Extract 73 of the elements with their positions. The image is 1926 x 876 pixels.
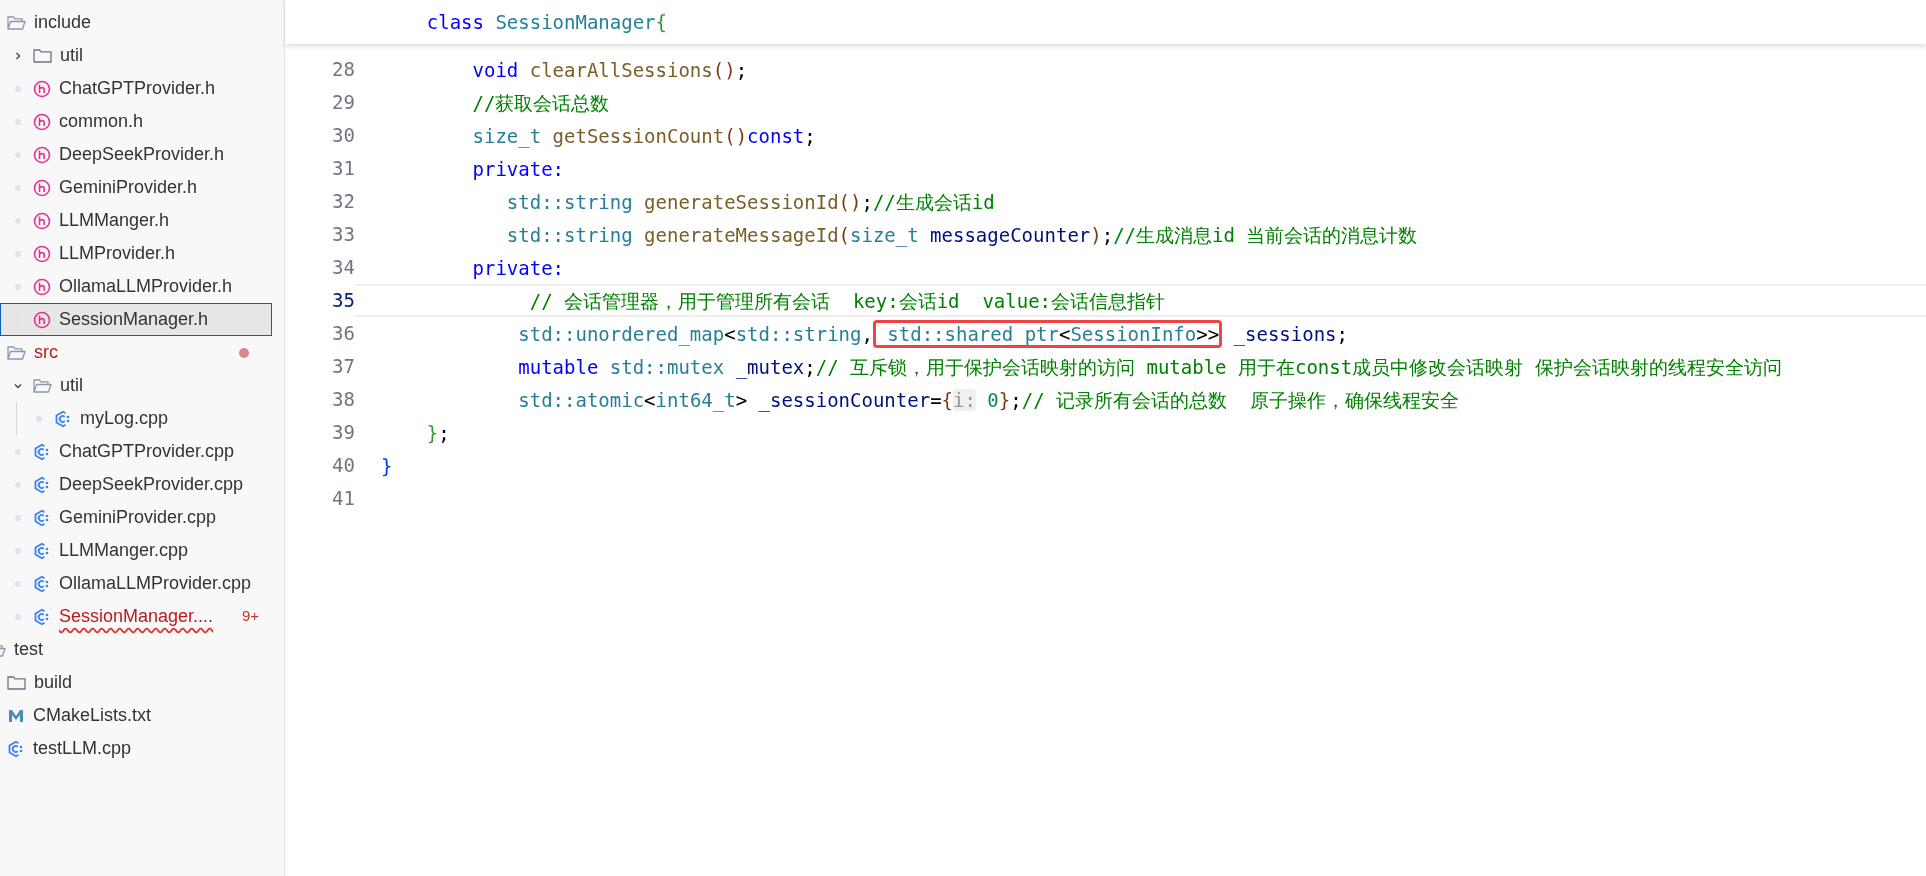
code-line: } — [381, 453, 393, 479]
folder-item[interactable]: include — [0, 6, 272, 39]
chevron-right-icon — [13, 50, 23, 61]
header-file-icon — [33, 178, 51, 197]
file-item[interactable]: DeepSeekProvider.h — [0, 138, 272, 171]
code-line: }; — [425, 420, 450, 446]
line-number: 33 — [331, 222, 355, 248]
line-number: 31 — [331, 156, 355, 182]
header-file-icon — [33, 112, 51, 131]
line-number: 36 — [331, 321, 355, 347]
folder-icon — [7, 674, 26, 691]
code-line: std::unordered_map<std::string, std::shared_ptr<SessionInfo>> _sessions; — [381, 320, 1348, 347]
header-file-icon — [33, 145, 51, 164]
line-number: 39 — [331, 420, 355, 446]
code-line: mutable std::mutex _mutex;// 互斥锁，用于保护会话映射的访问 mutable 用于在const成员中修改会话映射 保护会话映射的线程安全访问 — [517, 354, 1782, 380]
code-line: private: — [471, 255, 565, 281]
file-item[interactable]: GeminiProvider.cpp — [0, 501, 272, 534]
code-line: // 会话管理器，用于管理所有会话 key:会话id value:会话信息指针 — [528, 288, 1166, 314]
cpp-file-icon — [33, 607, 51, 626]
open-folder-icon — [7, 344, 26, 361]
line-number: 32 — [331, 189, 355, 215]
file-item[interactable]: OllamaLLMProvider.cpp — [0, 567, 272, 600]
file-item[interactable]: test — [0, 633, 272, 666]
file-item[interactable]: ChatGPTProvider.cpp — [0, 435, 272, 468]
file-item[interactable]: SessionManager.h — [0, 303, 272, 336]
folder-item[interactable]: src — [0, 336, 272, 369]
code-line: std::string generateSessionId();//生成会话id — [505, 189, 995, 215]
cpp-file-icon — [33, 475, 51, 494]
cpp-file-icon — [33, 574, 51, 593]
header-file-icon — [33, 310, 51, 329]
file-item[interactable]: testLLM.cpp — [0, 732, 272, 765]
file-item[interactable]: common.h — [0, 105, 272, 138]
cpp-file-icon — [33, 508, 51, 527]
code-line: std::atomic<int64_t> _sessionCounter={i: 0};// 记录所有会话的总数 原子操作，确保线程安全 — [517, 387, 1459, 413]
code-line: private: — [471, 156, 565, 182]
folder-item[interactable]: build — [0, 666, 272, 699]
line-number: 34 — [331, 255, 355, 281]
header-file-icon — [33, 244, 51, 263]
line-number: 29 — [331, 90, 355, 116]
header-file-icon — [33, 211, 51, 230]
line-number: 35 — [331, 288, 355, 314]
file-item[interactable]: GeminiProvider.h — [0, 171, 272, 204]
line-number: 41 — [331, 486, 355, 512]
header-file-icon — [33, 277, 51, 296]
code-line: void clearAllSessions(); — [471, 57, 748, 83]
problem-count: 9+ — [241, 606, 259, 627]
open-folder-icon — [33, 377, 52, 394]
cpp-file-icon — [33, 442, 51, 461]
line-number: 38 — [331, 387, 355, 413]
cpp-file-icon — [33, 541, 51, 560]
file-item[interactable]: DeepSeekProvider.cpp — [0, 468, 272, 501]
folder-icon — [33, 47, 52, 64]
line-number: 37 — [331, 354, 355, 380]
file-item[interactable]: SessionManager.... 9+ — [0, 600, 272, 633]
file-item[interactable]: LLMManger.h — [0, 204, 272, 237]
line-number: 28 — [331, 57, 355, 83]
file-item[interactable]: CMakeLists.txt — [0, 699, 272, 732]
file-item[interactable]: OllamaLLMProvider.h — [0, 270, 272, 303]
cpp-file-icon — [7, 739, 25, 758]
code-line: //获取会话总数 — [471, 90, 610, 116]
code-line: size_t getSessionCount()const; — [471, 123, 816, 149]
file-item[interactable]: ChatGPTProvider.h — [0, 72, 272, 105]
code-line: std::string generateMessageId(size_t messageCounter);//生成消息id 当前会话的消息计数 — [505, 222, 1418, 248]
file-item[interactable]: myLog.cpp — [0, 402, 272, 435]
file-item[interactable]: LLMProvider.h — [0, 237, 272, 270]
file-item[interactable]: LLMManger.cpp — [0, 534, 272, 567]
folder-item[interactable]: util — [0, 369, 272, 402]
open-folder-icon — [7, 14, 26, 31]
header-file-icon — [33, 79, 51, 98]
folder-item[interactable]: util — [0, 39, 272, 72]
line-number: 30 — [331, 123, 355, 149]
cpp-file-icon — [54, 409, 72, 428]
line-number: 40 — [331, 453, 355, 479]
